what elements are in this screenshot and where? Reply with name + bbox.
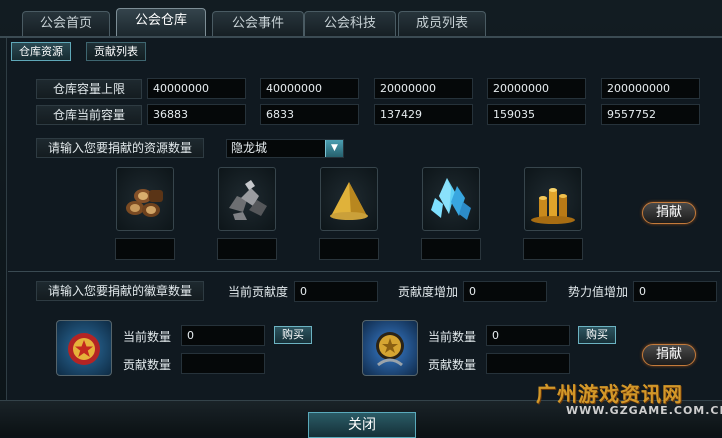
- power-increase-label: 势力值增加: [568, 285, 629, 299]
- current-capacity-wood: 36883: [147, 104, 246, 125]
- capacity-limit-crystal: 20000000: [487, 78, 586, 99]
- medal2-donate-count-input[interactable]: [486, 353, 570, 374]
- contribution-increase-value: 0: [463, 281, 547, 302]
- medal1-buy-button[interactable]: 购买: [274, 326, 312, 344]
- crystal-icon: [422, 167, 480, 231]
- gold-orb-medal-icon: [362, 320, 418, 376]
- resource-donation-prompt: 请输入您要捐献的资源数量: [36, 138, 204, 158]
- current-contribution-value: 0: [294, 281, 378, 302]
- close-button[interactable]: 关闭: [308, 412, 416, 438]
- tab-guild-events[interactable]: 公会事件: [212, 11, 304, 37]
- city-select[interactable]: 隐龙城 ▼: [226, 139, 344, 158]
- current-capacity-label: 仓库当前容量: [36, 105, 142, 125]
- wood-icon: [116, 167, 174, 231]
- crystal-amount-input[interactable]: [421, 238, 481, 260]
- contribution-increase-label: 贡献度增加: [398, 285, 459, 299]
- tab-member-list[interactable]: 成员列表: [398, 11, 486, 37]
- medal2-count-label: 当前数量: [428, 330, 477, 344]
- gold-icon: [524, 167, 582, 231]
- capacity-limit-gold: 200000000: [601, 78, 700, 99]
- medal1-count-label: 当前数量: [123, 330, 172, 344]
- guild-window: 公会首页 公会仓库 公会事件 公会科技 成员列表 仓库资源 贡献列表 仓库容量上…: [0, 0, 722, 438]
- medal2-buy-button[interactable]: 购买: [578, 326, 616, 344]
- watermark-logo: 广州游戏资讯网: [536, 382, 683, 406]
- capacity-limit-wood: 40000000: [147, 78, 246, 99]
- current-capacity-grain: 137429: [374, 104, 473, 125]
- city-select-value: 隐龙城: [231, 141, 268, 155]
- capacity-limit-grain: 20000000: [374, 78, 473, 99]
- grain-amount-input[interactable]: [319, 238, 379, 260]
- red-star-medal-icon: [56, 320, 112, 376]
- medal2-donate-count-label: 贡献数量: [428, 358, 477, 372]
- medal1-count-value: 0: [181, 325, 265, 346]
- subtab-donation-list[interactable]: 贡献列表: [86, 42, 146, 61]
- tab-guild-warehouse[interactable]: 公会仓库: [116, 8, 206, 38]
- medal1-donate-count-label: 贡献数量: [123, 358, 172, 372]
- power-increase-value: 0: [633, 281, 717, 302]
- grain-icon: [320, 167, 378, 231]
- tab-guild-tech[interactable]: 公会科技: [304, 11, 396, 37]
- current-capacity-gold: 9557752: [601, 104, 700, 125]
- capacity-limit-label: 仓库容量上限: [36, 79, 142, 99]
- current-capacity-crystal: 159035: [487, 104, 586, 125]
- section-divider: [8, 271, 720, 272]
- current-contribution-label: 当前贡献度: [228, 285, 289, 299]
- chevron-down-icon[interactable]: ▼: [325, 140, 343, 157]
- medal1-donate-count-input[interactable]: [181, 353, 265, 374]
- gold-amount-input[interactable]: [523, 238, 583, 260]
- donate-medals-button[interactable]: 捐献: [642, 344, 696, 366]
- iron-ore-icon: [218, 167, 276, 231]
- iron-amount-input[interactable]: [217, 238, 277, 260]
- medal-donation-prompt: 请输入您要捐献的徽章数量: [36, 281, 204, 301]
- wood-amount-input[interactable]: [115, 238, 175, 260]
- donate-resources-button[interactable]: 捐献: [642, 202, 696, 224]
- current-capacity-iron: 6833: [260, 104, 359, 125]
- capacity-limit-iron: 40000000: [260, 78, 359, 99]
- watermark-url: WWW.GZGAME.COM.CN: [566, 404, 722, 417]
- tab-guild-home[interactable]: 公会首页: [22, 11, 110, 37]
- medal2-count-value: 0: [486, 325, 570, 346]
- subtab-warehouse-resources[interactable]: 仓库资源: [11, 42, 71, 61]
